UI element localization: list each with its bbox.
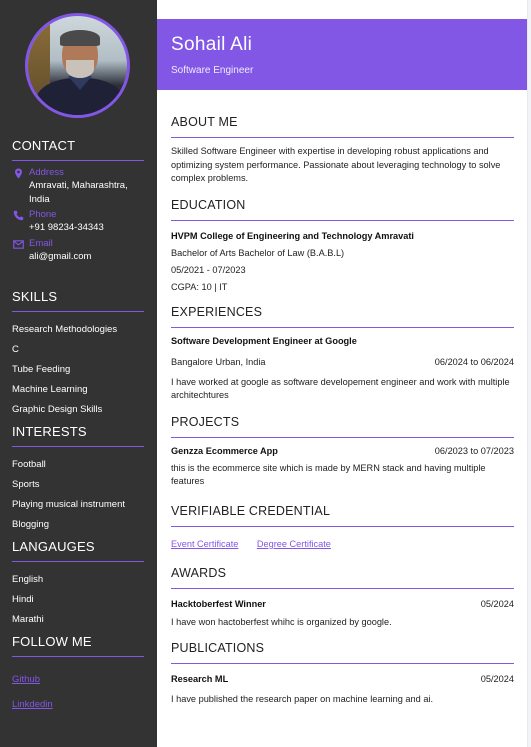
contact-section: CONTACT Address Amravati, Maharashtra, I… (12, 138, 144, 266)
email-value: ali@gmail.com (29, 250, 92, 262)
interest-item: Sports (12, 479, 40, 490)
header-banner: Sohail Ali Software Engineer (157, 19, 527, 90)
skill-item: Research Methodologies (12, 324, 118, 335)
experience-section: EXPERIENCES Software Development Enginee… (171, 305, 514, 403)
publications-section: PUBLICATIONS Research ML 05/2024 I have … (171, 641, 514, 706)
credentials-title: VERIFIABLE CREDENTIAL (171, 504, 514, 527)
education-institution: HVPM College of Engineering and Technolo… (171, 231, 414, 241)
github-link[interactable]: Github (12, 674, 40, 686)
photo-figure-hair (60, 30, 100, 46)
education-dates: 05/2021 - 07/2023 (171, 265, 246, 275)
interest-item: Blogging (12, 519, 49, 530)
address-line-1: Amravati, Maharashtra, (29, 180, 128, 191)
skill-item: Machine Learning (12, 384, 88, 395)
experience-dates: 06/2024 to 06/2024 (434, 357, 514, 367)
degree-certificate-link[interactable]: Degree Certificate (257, 539, 331, 549)
credential-links: Event Certificate Degree Certificate (171, 534, 514, 552)
publication-header-row: Research ML 05/2024 (171, 673, 514, 687)
languages-title: LANGAUGES (12, 539, 144, 562)
photo-figure-beard (66, 60, 94, 78)
contact-email: Email ali@gmail.com (12, 238, 144, 264)
interest-item: Playing musical instrument (12, 499, 125, 510)
award-date: 05/2024 (480, 599, 514, 609)
about-section: ABOUT ME Skilled Software Engineer with … (171, 115, 514, 186)
skill-item: Tube Feeding (12, 364, 71, 375)
contact-title: CONTACT (12, 138, 144, 161)
experience-position: Software Development Engineer at Google (171, 336, 357, 346)
phone-value: +91 98234-34343 (29, 222, 104, 233)
skills-title: SKILLS (12, 289, 144, 312)
interests-section: INTERESTS Football Sports Playing musica… (12, 424, 144, 539)
event-certificate-link[interactable]: Event Certificate (171, 539, 238, 549)
address-label: Address (29, 167, 64, 178)
credentials-section: VERIFIABLE CREDENTIAL Event Certificate … (171, 504, 514, 552)
experience-location: Bangalore Urban, India (171, 357, 266, 367)
awards-section: AWARDS Hacktoberfest Winner 05/2024 I ha… (171, 566, 514, 629)
projects-title: PROJECTS (171, 415, 514, 438)
address-line-2: India (29, 193, 50, 205)
interests-title: INTERESTS (12, 424, 144, 447)
publication-description: I have published the research paper on m… (171, 693, 434, 704)
profile-photo (25, 13, 130, 118)
award-name: Hacktoberfest Winner (171, 599, 266, 609)
interest-item: Football (12, 459, 46, 470)
contact-address: Address Amravati, Maharashtra, India (12, 167, 144, 206)
main-content: Sohail Ali Software Engineer ABOUT ME Sk… (157, 0, 527, 747)
publications-title: PUBLICATIONS (171, 641, 514, 664)
page-edge (527, 0, 531, 747)
project-dates: 06/2023 to 07/2023 (434, 446, 514, 456)
award-description: I have won hactoberfest whihc is organiz… (171, 616, 392, 627)
languages-section: LANGAUGES English Hindi Marathi (12, 539, 144, 634)
language-item: Hindi (12, 594, 34, 605)
education-degree: Bachelor of Arts Bachelor of Law (B.A.B.… (171, 248, 345, 258)
experience-meta-row: Bangalore Urban, India 06/2024 to 06/202… (171, 356, 514, 370)
sidebar: CONTACT Address Amravati, Maharashtra, I… (0, 0, 157, 747)
follow-title: FOLLOW ME (12, 634, 144, 657)
projects-section: PROJECTS Genzza Ecommerce App 06/2023 to… (171, 415, 514, 489)
skill-item: C (12, 344, 19, 355)
map-pin-icon (15, 168, 22, 179)
project-name: Genzza Ecommerce App (171, 446, 278, 456)
phone-label: Phone (29, 209, 57, 220)
about-title: ABOUT ME (171, 115, 514, 138)
profile-name: Sohail Ali (171, 34, 253, 55)
publication-date: 05/2024 (480, 674, 514, 684)
award-header-row: Hacktoberfest Winner 05/2024 (171, 598, 514, 612)
education-title: EDUCATION (171, 198, 514, 221)
awards-title: AWARDS (171, 566, 514, 589)
experience-title: EXPERIENCES (171, 305, 514, 328)
education-grade: CGPA: 10 | IT (171, 282, 228, 292)
phone-icon (13, 210, 24, 221)
publication-name: Research ML (171, 674, 229, 684)
profile-role: Software Engineer (171, 65, 254, 76)
education-section: EDUCATION HVPM College of Engineering an… (171, 198, 514, 296)
language-item: English (12, 574, 44, 585)
contact-phone: Phone +91 98234-34343 (12, 209, 144, 235)
project-header-row: Genzza Ecommerce App 06/2023 to 07/2023 (171, 445, 514, 459)
follow-section: FOLLOW ME Github Linkdedin (12, 634, 144, 719)
experience-description: I have worked at google as software deve… (171, 376, 510, 401)
skills-section: SKILLS Research Methodologies C Tube Fee… (12, 289, 144, 424)
email-label: Email (29, 237, 53, 249)
language-item: Marathi (12, 614, 44, 625)
linkedin-link[interactable]: Linkdedin (12, 699, 53, 711)
about-text: Skilled Software Engineer with expertise… (171, 146, 501, 183)
skill-item: Graphic Design Skills (12, 404, 103, 415)
project-description: this is the ecommerce site which is made… (171, 462, 486, 487)
envelope-icon (13, 239, 24, 249)
